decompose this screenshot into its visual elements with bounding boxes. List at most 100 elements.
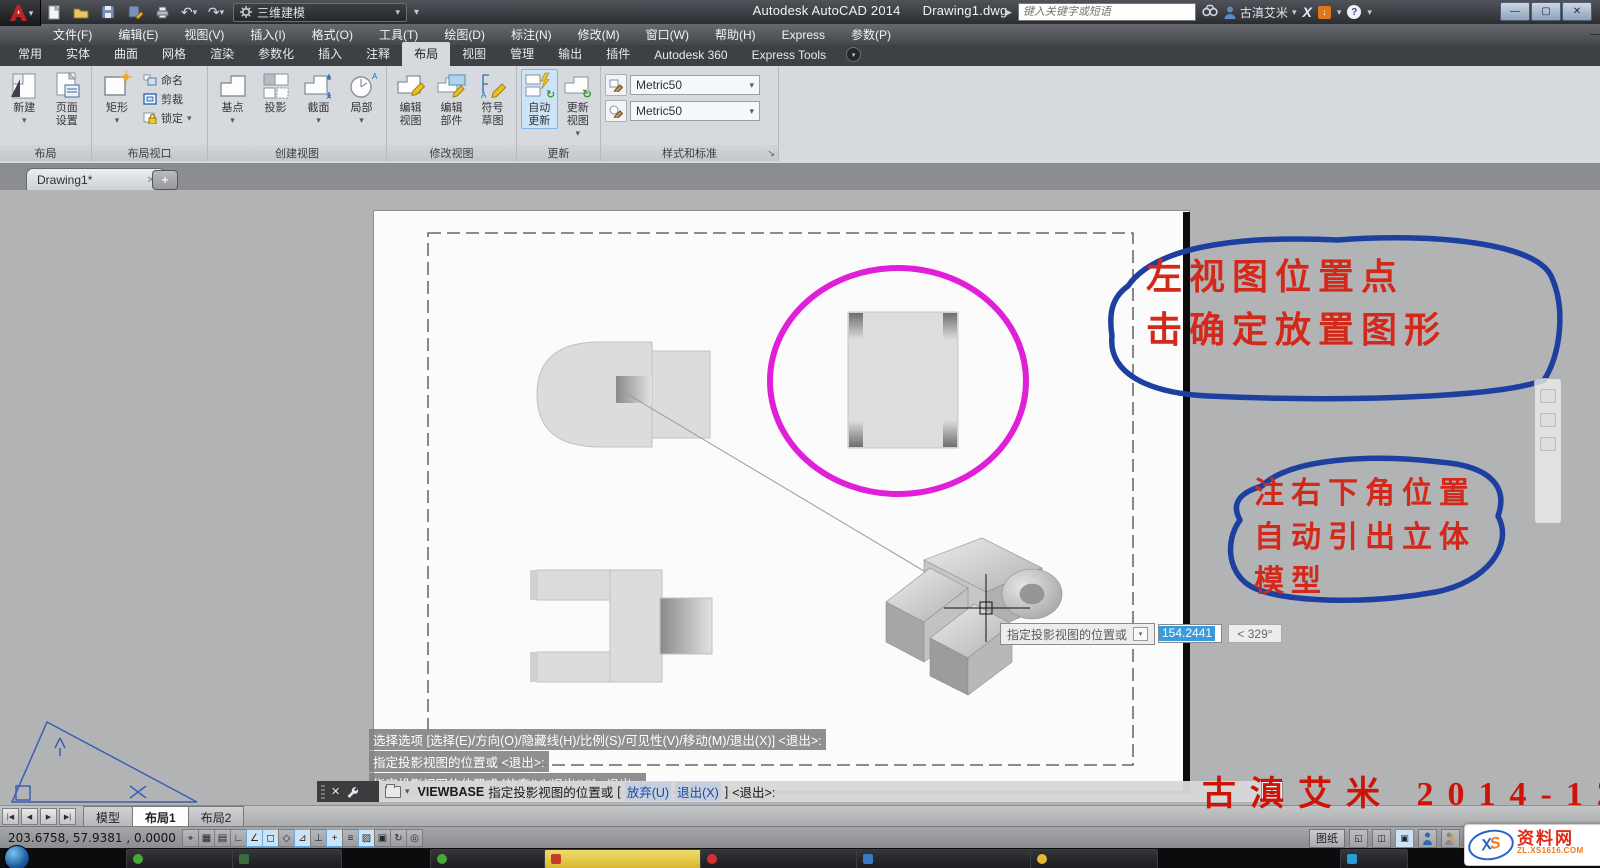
redo-dropdown-icon[interactable]: ▾ (220, 7, 225, 18)
wrench-icon[interactable] (346, 786, 358, 798)
infer-constraints-toggle[interactable]: ⌖ (182, 829, 199, 847)
3d-model-preview[interactable] (886, 538, 1062, 695)
infocenter-collapse-icon[interactable]: ▶ (1005, 7, 1012, 18)
update-view-button[interactable]: ↻ 更新视图 ▾ (560, 69, 597, 140)
command-input[interactable]: ▾ VIEWBASE 指定投影视图的位置或 [ 放弃(U) 退出(X) ] <退… (379, 781, 1261, 802)
new-button[interactable] (44, 3, 64, 21)
taskbar-tray[interactable] (1340, 849, 1408, 868)
tab-render[interactable]: 渲染 (198, 42, 246, 66)
auto-update-button[interactable]: ↻ 自动更新 (521, 69, 558, 129)
projected-view-button[interactable]: 投影 (255, 69, 296, 116)
undo-dropdown-icon[interactable]: ▾ (193, 7, 198, 18)
page-setup-button[interactable]: 页面设置 (47, 69, 88, 129)
command-option-undo[interactable]: 放弃(U) (625, 782, 671, 801)
command-line[interactable]: ✕ ▾ VIEWBASE 指定投影视图的位置或 [ 放弃(U) 退出(X) ] … (317, 781, 1283, 802)
menu-express[interactable]: Express (769, 24, 838, 45)
snap-mode-toggle[interactable]: ▦ (198, 829, 215, 847)
base-view-dropdown-icon[interactable]: ▾ (230, 115, 235, 126)
tab-solid[interactable]: 实体 (54, 42, 102, 66)
lock-viewport-button[interactable]: 锁定 ▾ (140, 109, 195, 127)
taskbar-app-6[interactable] (856, 849, 1034, 868)
tab-output[interactable]: 输出 (546, 42, 594, 66)
taskbar-app-2[interactable] (232, 849, 342, 868)
dynamic-ucs-toggle[interactable]: ⊥ (310, 829, 327, 847)
new-layout-dropdown-icon[interactable]: ▾ (22, 115, 27, 126)
help-button[interactable]: ? (1347, 5, 1361, 19)
tab-plugins[interactable]: 插件 (594, 42, 642, 66)
polar-tracking-toggle[interactable]: ∠ (246, 829, 263, 847)
transparency-toggle[interactable]: ▨ (358, 829, 375, 847)
rect-viewport-button[interactable]: 矩形 ▾ (96, 69, 138, 127)
new-drawing-tab-button[interactable]: + (152, 170, 178, 190)
clip-viewport-button[interactable]: 剪裁 (140, 90, 195, 108)
pan-hand-icon[interactable] (1540, 389, 1556, 403)
dynamic-input-distance-field[interactable]: 154.2441 (1158, 624, 1222, 643)
open-button[interactable] (71, 3, 91, 21)
object-snap-tracking-toggle[interactable]: ⊿ (294, 829, 311, 847)
side-view-geometry[interactable] (537, 342, 710, 447)
grid-display-toggle[interactable]: ▤ (214, 829, 231, 847)
recent-commands-dropdown-icon[interactable]: ▾ (405, 786, 410, 797)
lineweight-toggle[interactable]: ≡ (342, 829, 359, 847)
minimize-button[interactable]: — (1500, 2, 1530, 21)
taskbar-app-3[interactable] (430, 849, 546, 868)
last-layout-button[interactable]: ▶| (59, 808, 76, 825)
selection-preview-icon[interactable]: ▣ (1395, 829, 1414, 848)
sign-in-menu[interactable]: 古滇艾米 ▾ (1224, 4, 1297, 21)
edit-view-button[interactable]: 编辑视图 (391, 69, 430, 129)
quick-view-layouts-icon[interactable]: ◱ (1349, 829, 1368, 848)
tab-mesh[interactable]: 网格 (150, 42, 198, 66)
taskbar-app-7[interactable] (1030, 849, 1158, 868)
doc-minimize-button[interactable]: — (1590, 29, 1600, 40)
first-layout-button[interactable]: |◀ (2, 808, 19, 825)
layout2-tab[interactable]: 布局2 (188, 806, 245, 827)
search-button[interactable] (1202, 4, 1218, 20)
ribbon-minimize-button[interactable]: ▾ (846, 47, 861, 62)
update-dropdown-icon[interactable]: ▾ (1337, 7, 1342, 18)
exchange-apps-button[interactable]: X (1302, 4, 1311, 20)
tab-layout[interactable]: 布局 (402, 42, 450, 66)
undo-button[interactable]: ↶▾ (179, 3, 199, 21)
tab-annotate[interactable]: 注释 (354, 42, 402, 66)
named-viewport-button[interactable]: 命名 (140, 71, 195, 89)
tab-insert[interactable]: 插入 (306, 42, 354, 66)
lock-dropdown-icon[interactable]: ▾ (187, 113, 192, 124)
taskbar-app-4[interactable] (544, 849, 704, 868)
view-style-select[interactable]: Metric50▾ (630, 75, 760, 95)
selection-cycling-toggle[interactable]: ↻ (390, 829, 407, 847)
next-layout-button[interactable]: ▶ (40, 808, 57, 825)
help-dropdown-icon[interactable]: ▾ (1367, 7, 1372, 18)
section-style-select[interactable]: Metric50▾ (630, 101, 760, 121)
section-style-icon[interactable] (605, 100, 627, 122)
tab-view[interactable]: 视图 (450, 42, 498, 66)
detail-view-button[interactable]: A 局部 ▾ (341, 69, 382, 127)
paper-model-toggle-button[interactable]: 图纸 (1309, 829, 1345, 848)
object-snap-toggle[interactable]: ◻ (262, 829, 279, 847)
menu-help[interactable]: 帮助(H) (702, 24, 769, 45)
recent-commands-icon[interactable] (385, 786, 401, 798)
redo-button[interactable]: ↷▾ (206, 3, 226, 21)
workspace-switcher[interactable]: 三维建模 ▾ (233, 3, 407, 22)
front-view-geometry[interactable] (530, 570, 712, 682)
application-menu-button[interactable]: ▾ (0, 0, 41, 26)
quick-properties-toggle[interactable]: ▣ (374, 829, 391, 847)
3d-object-snap-toggle[interactable]: ◇ (278, 829, 295, 847)
qat-customize-dropdown-icon[interactable]: ▾ (414, 7, 419, 18)
tab-surface[interactable]: 曲面 (102, 42, 150, 66)
prev-layout-button[interactable]: ◀ (21, 808, 38, 825)
update-download-button[interactable]: ↓ (1318, 6, 1331, 19)
tab-manage[interactable]: 管理 (498, 42, 546, 66)
taskbar-app-5[interactable] (700, 849, 860, 868)
zoom-icon[interactable] (1540, 413, 1556, 427)
close-button[interactable]: ✕ (1562, 2, 1592, 21)
tab-parametric[interactable]: 参数化 (246, 42, 306, 66)
section-view-dropdown-icon[interactable]: ▾ (316, 115, 321, 126)
file-tab-drawing1[interactable]: Drawing1* ✕ (26, 168, 166, 191)
annotation-scale-icon[interactable] (1418, 829, 1437, 848)
layout1-tab[interactable]: 布局1 (132, 806, 189, 827)
search-input[interactable] (1018, 3, 1196, 21)
tab-express-tools[interactable]: Express Tools (740, 45, 838, 66)
tab-autodesk360[interactable]: Autodesk 360 (642, 45, 739, 66)
save-button[interactable] (98, 3, 118, 21)
view-style-icon[interactable] (605, 74, 627, 96)
